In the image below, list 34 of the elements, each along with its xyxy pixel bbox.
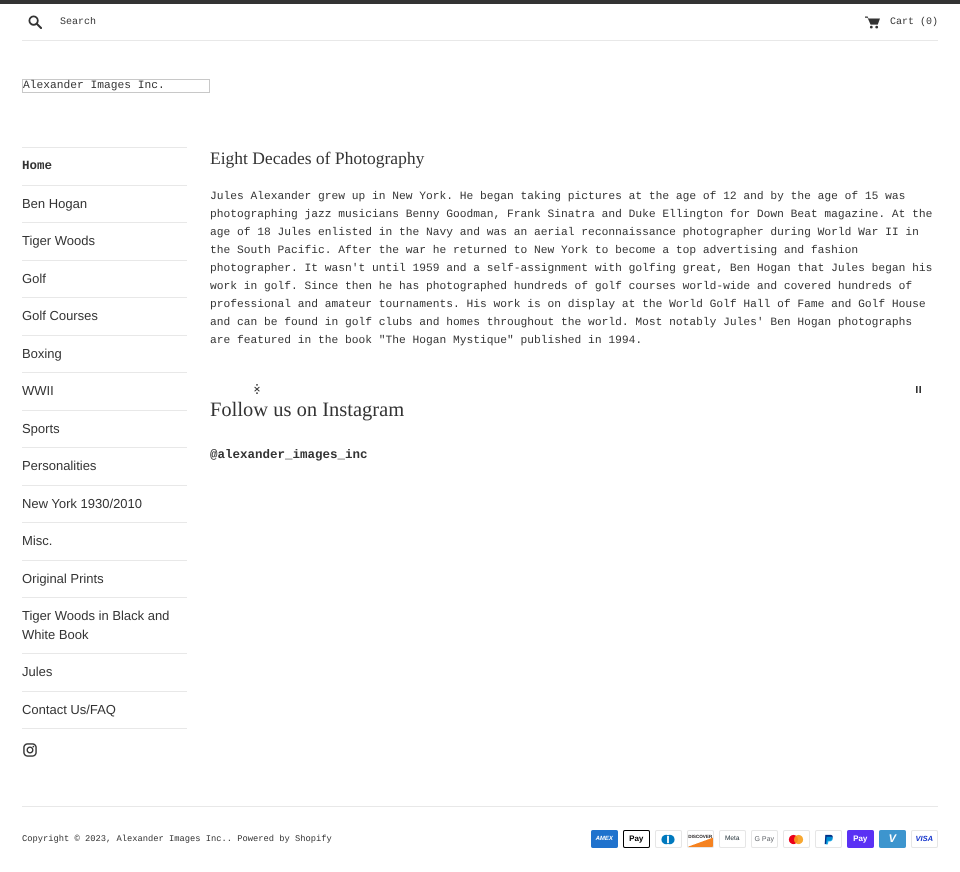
sidebar-link[interactable]: Golf [22, 260, 187, 297]
sidebar-link[interactable]: Sports [22, 410, 187, 447]
instagram-handle-link[interactable]: @alexander_images_inc [210, 447, 368, 463]
sidebar-link[interactable]: Tiger Woods [22, 223, 187, 260]
logo-link[interactable]: Alexander Images Inc. [22, 79, 210, 93]
sidebar-link[interactable]: Jules [22, 654, 187, 690]
search-icon[interactable] [28, 15, 42, 29]
instagram-icon[interactable] [23, 743, 37, 757]
sidebar-link[interactable]: Original Prints [22, 560, 187, 597]
payment-method-icon [782, 830, 810, 848]
cross-icon[interactable] [254, 384, 260, 394]
payment-method-icon [814, 830, 842, 848]
pause-icon[interactable] [916, 386, 921, 392]
sidebar-link[interactable]: New York 1930/2010 [22, 486, 187, 522]
page-title: Eight Decades of Photography [210, 148, 426, 168]
sidebar-link[interactable]: Ben Hogan [22, 186, 187, 222]
search-field[interactable]: Search [60, 14, 260, 30]
sidebar-link[interactable]: Boxing [22, 336, 187, 372]
copyright-text: Copyright © 2023, Alexander Images Inc.. Powered by Shopify [22, 833, 332, 845]
cart-link[interactable]: Cart (0) [864, 16, 938, 28]
sidebar-link[interactable]: Golf Courses [22, 298, 187, 334]
instagram-heading: Follow us on Instagram [210, 398, 406, 422]
payment-method-icon: Pay [846, 830, 874, 848]
sidebar-link[interactable]: Contact Us/FAQ [22, 692, 187, 728]
sidebar-link[interactable]: Home [22, 148, 187, 184]
payment-method-icon: V [878, 830, 906, 848]
sidebar-link[interactable]: Tiger Woods in Black and White Book [22, 598, 187, 653]
payment-method-icon: Pay [622, 830, 650, 848]
body-text: Jules Alexander grew up in New York. He began taking pictures at the age of 12 and by the age of 15 was photographing jazz musicians Benny Goodman, Frank Sinatra and Duke Ellington for Down Beat magazine. At the age of 18 Jules enlisted in the Navy and was an aerial reconnaissance photographer during World War II in the South Pacific. After the war he returned to New York to become a top advertising and fashion photographer. It wasn't until 1959 and a self-assignment with golfing great, Ben Hogan that Jules began his work in golf. Since then he has photographed hundreds of golf courses world-wide and covered hundreds of professional and amateur tournaments. His work is on display at the World Golf Hall of Fame and Golf House and can be found in golf clubs and homes throughout the world. Most notably Jules' Ben Hogan photographs are featured in the book "The Hogan Mystique" published in 1994. [210, 190, 934, 349]
sidebar-link[interactable]: Personalities [22, 448, 187, 484]
sidebar-link[interactable]: WWII [22, 373, 187, 410]
cart-icon [864, 16, 880, 28]
sidebar-link[interactable]: Misc. [22, 523, 187, 560]
payment-method-icon [654, 830, 682, 848]
